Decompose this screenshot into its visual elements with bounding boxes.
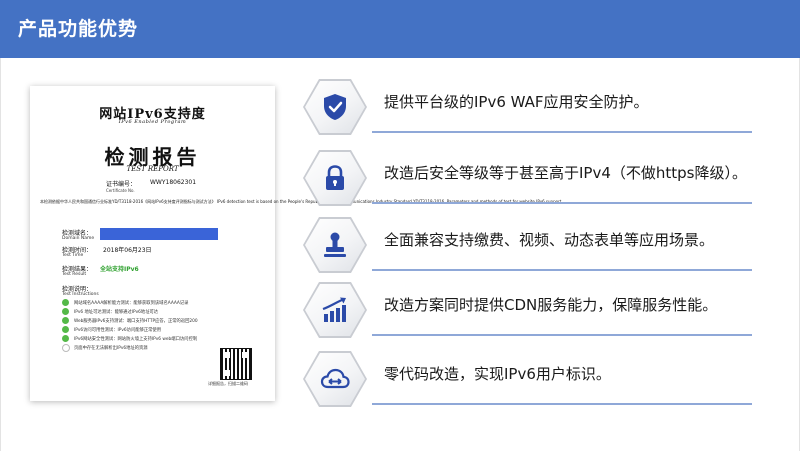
hexagon-badge [303, 150, 367, 206]
instruction-item: IPv6网站安全性测试：网站防火墙上支持IPv6 web端口访问控制 [74, 337, 198, 342]
hexagon-badge [303, 217, 367, 273]
feature-text: 改造后安全等级等于甚至高于IPv4（不做https降级）。 [384, 164, 747, 182]
page-title: 产品功能优势 [18, 18, 139, 40]
time-label-en: Test Time [62, 253, 84, 258]
feature-row: 全面兼容支持缴费、视频、动态表单等应用场景。 [300, 215, 770, 273]
certificate-subtitle: IPv6 Enabled Program [118, 119, 187, 125]
feature-row: 改造后安全等级等于甚至高于IPv4（不做https降级）。 [300, 148, 770, 206]
check-icon [62, 326, 69, 333]
feature-divider [372, 202, 752, 204]
shield-check-icon [324, 94, 346, 120]
result-label-en: Test Result [62, 272, 87, 277]
cloud-arrows-icon [320, 368, 350, 389]
feature-row: 零代码改造，实现IPv6用户标识。 [300, 349, 770, 407]
domain-label-en: Domain Name [62, 236, 95, 241]
feature-divider [372, 334, 752, 336]
cert-no-label-en: Certificate No. [106, 188, 135, 193]
feature-text: 改造方案同时提供CDN服务能力，保障服务性能。 [384, 296, 718, 314]
qr-code [220, 348, 252, 380]
instruction-item: 页面中存在无法解析出IPv6地址的资源 [74, 346, 148, 351]
blank-check-icon [62, 344, 70, 352]
feature-divider [372, 131, 752, 133]
check-icon [62, 317, 69, 324]
left-border [0, 58, 1, 451]
header-bar: 产品功能优势 [0, 0, 800, 58]
test-date: 2018年06月23日 [103, 247, 152, 254]
instruction-item: Web服务器IPv6支持测试：端口支持HTTP应答，正常的返回200 [74, 319, 198, 324]
check-icon [62, 308, 69, 315]
check-icon [62, 335, 69, 342]
test-report-certificate: 网站IPv6支持度 IPv6 Enabled Program 检测报告 TEST… [30, 86, 563, 401]
cert-no-value: WWY18062301 [150, 179, 197, 186]
test-result: 全站支持IPv6 [100, 266, 139, 273]
feature-text: 全面兼容支持缴费、视频、动态表单等应用场景。 [384, 231, 715, 249]
instruction-item: IPv6访问可用性测试：IPv6访问能够正常使用 [74, 328, 162, 333]
hexagon-badge [303, 79, 367, 135]
test-basis-text: 本检测依据中华人民共和国通信行业标准YD/T3118-2016《网站IPv6支持… [40, 199, 563, 205]
feature-text: 零代码改造，实现IPv6用户标识。 [384, 365, 611, 383]
bar-chart-icon [322, 297, 346, 322]
instruction-item: 网站域名AAAA解析能力测试：能够获取到该域名AAAA记录 [74, 301, 189, 306]
instructions-label-en: Test Instructions [62, 292, 99, 297]
feature-divider [372, 403, 752, 405]
feature-text: 提供平台级的IPv6 WAF应用安全防护。 [384, 93, 649, 111]
feature-row: 改造方案同时提供CDN服务能力，保障服务性能。 [300, 280, 770, 338]
feature-row: 提供平台级的IPv6 WAF应用安全防护。 [300, 77, 770, 135]
report-title-en: TEST REPORT [126, 165, 179, 173]
redacted-domain-bar [100, 228, 218, 240]
stamp-icon [324, 232, 346, 257]
feature-divider [372, 269, 752, 271]
hexagon-badge [303, 351, 367, 407]
lock-icon [326, 165, 344, 190]
instruction-item: IPv6 地址可达测试：能够通过IPv6地址可达 [74, 310, 159, 315]
check-icon [62, 299, 69, 306]
qr-caption: 详细报告，扫描二维码 [208, 381, 248, 386]
hexagon-badge [303, 282, 367, 338]
cert-no-label: 证书编号： [106, 181, 137, 188]
